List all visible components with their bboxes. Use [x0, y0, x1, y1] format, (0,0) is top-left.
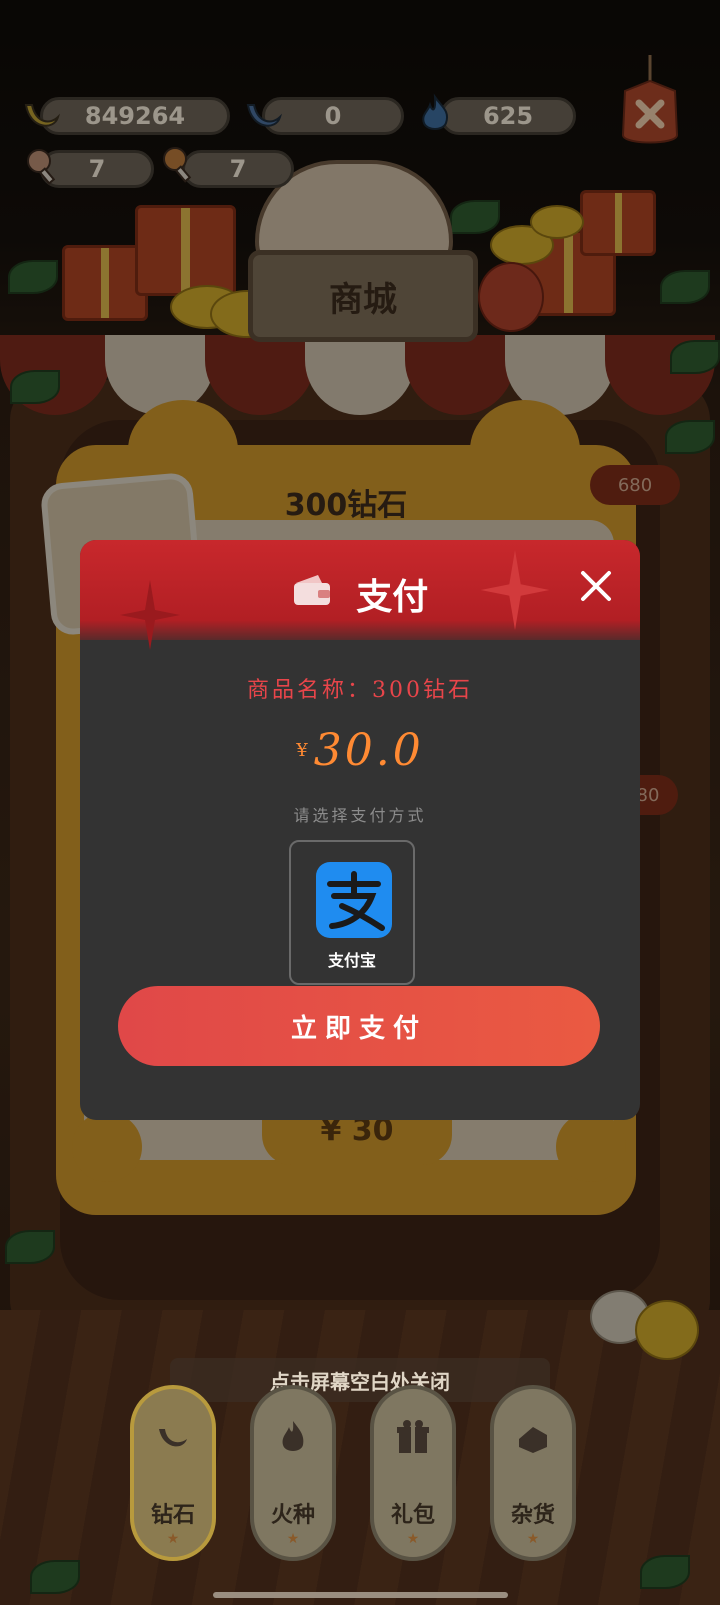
gift-icon — [391, 1415, 435, 1459]
wallet-icon — [292, 573, 332, 616]
close-button[interactable] — [570, 560, 622, 612]
tab-label: 火种 — [270, 1503, 315, 1528]
product-name-line: 商品名称：300钻石 — [247, 678, 473, 703]
home-indicator[interactable] — [213, 1592, 508, 1598]
tab-diamond[interactable]: 钻石 ★ — [130, 1385, 216, 1561]
pay-now-label: 立即支付 — [290, 1013, 427, 1044]
tab-label: 杂货 — [510, 1503, 555, 1528]
star-icon: ★ — [166, 1531, 180, 1547]
close-hint: 点击屏幕空白处关闭 — [270, 1370, 450, 1394]
payment-method-hint: 请选择支付方式 — [293, 806, 427, 825]
diamond-icon — [151, 1415, 195, 1459]
tab-label: 礼包 — [390, 1503, 435, 1528]
tab-label: 钻石 — [150, 1503, 195, 1528]
tab-flame[interactable]: 火种 ★ — [250, 1385, 336, 1561]
alipay-icon — [316, 862, 392, 938]
alipay-option[interactable]: 支付宝 — [289, 840, 415, 985]
tab-goods[interactable]: 杂货 ★ — [490, 1385, 576, 1561]
payment-dialog: 支付 商品名称：300钻石 ¥30.0 请选择支付方式 支付宝 立即支付 — [80, 540, 640, 1120]
goods-icon — [511, 1415, 555, 1459]
game-scene: 商城 849264 0 625 7 7 300钻石 ¥ 30 680 80 支付… — [0, 0, 720, 1605]
payment-dialog-title-row: 支付 — [80, 568, 640, 620]
alipay-label: 支付宝 — [327, 951, 376, 970]
star-icon: ★ — [526, 1531, 540, 1547]
flame-icon — [271, 1415, 315, 1459]
star-icon: ★ — [406, 1531, 420, 1547]
payment-title: 支付 — [356, 577, 429, 618]
currency-symbol: ¥ — [296, 740, 308, 761]
amount-value: 30.0 — [313, 725, 424, 776]
close-icon — [581, 571, 611, 601]
payment-amount: ¥30.0 — [80, 725, 640, 776]
tab-gift[interactable]: 礼包 ★ — [370, 1385, 456, 1561]
star-icon: ★ — [286, 1531, 300, 1547]
pay-now-button[interactable]: 立即支付 — [118, 986, 600, 1066]
